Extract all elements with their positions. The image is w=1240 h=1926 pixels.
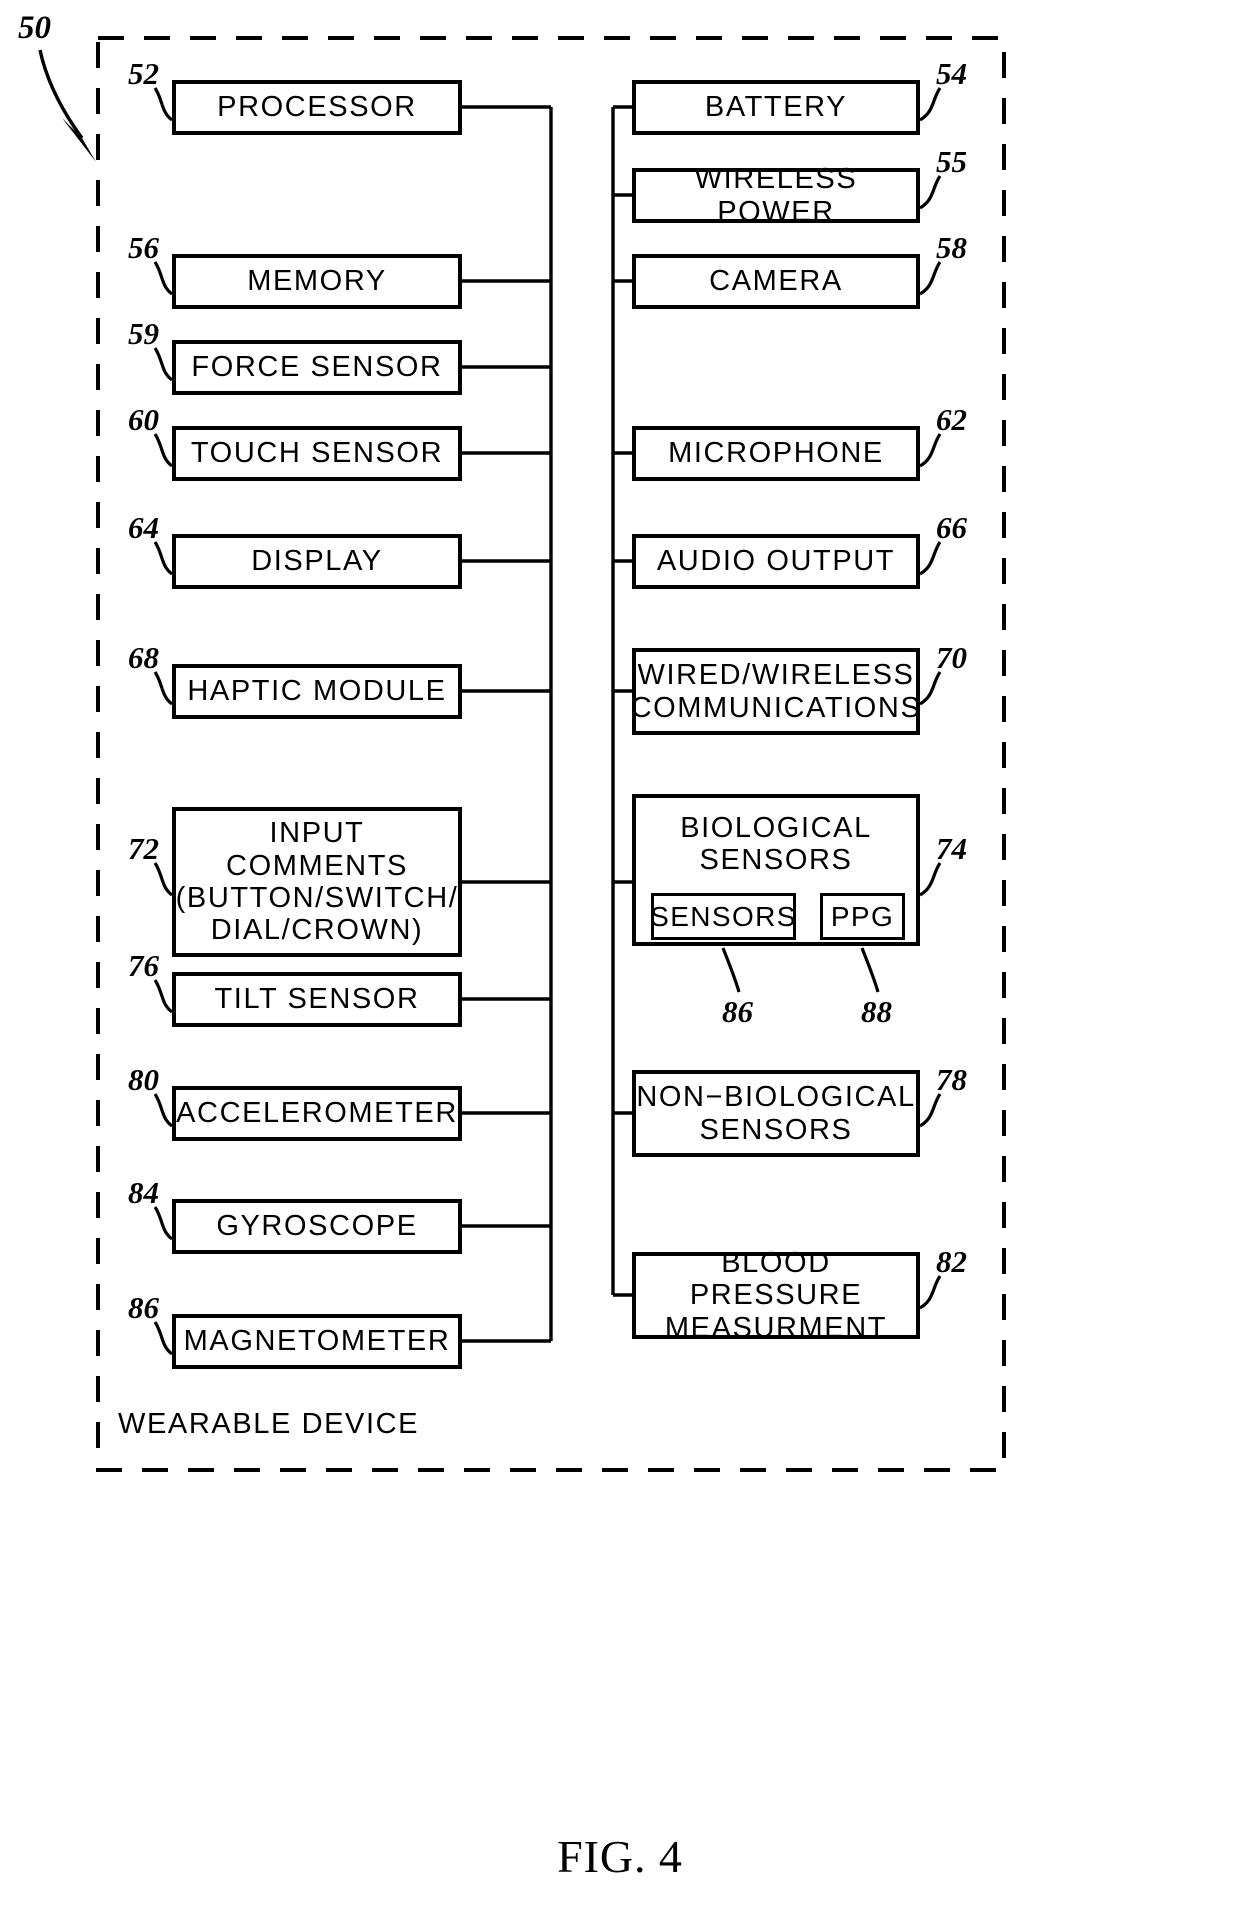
patent-figure: 50 52 56 59 60 64 68 72 76 80 84 86 54 5… [0,0,1240,1926]
ref-numeral-82: 82 [936,1244,967,1279]
ref-numeral-58: 58 [936,230,967,265]
figure-caption: FIG. 4 [557,1831,683,1882]
left-connectors [462,105,553,1343]
ref-numeral-88-ppg: 88 [861,994,892,1029]
ref-numeral-76: 76 [128,948,159,983]
ref-numeral-86-magnetometer: 86 [128,1290,159,1325]
node-battery[interactable]: BATTERY [632,80,920,135]
ref-numeral-72: 72 [128,831,159,866]
node-input-components[interactable]: INPUT COMMENTS (BUTTON/SWITCH/ DIAL/CROW… [172,807,462,957]
node-bio-ppg-sub-label: PPG [830,900,895,932]
node-audio-output[interactable]: AUDIO OUTPUT [632,534,920,589]
node-communications[interactable]: WIRED/WIRELESS COMMUNICATIONS [631,648,920,735]
ref-numeral-74: 74 [936,831,967,866]
node-memory[interactable]: MEMORY [172,254,462,309]
ref-numeral-80: 80 [128,1062,159,1097]
ref-numeral-66: 66 [936,510,967,545]
node-gyroscope-label: GYROSCOPE [216,1210,418,1243]
node-blood-pressure[interactable]: BLOOD PRESSURE MEASURMENT [632,1247,920,1344]
ref-numeral-68: 68 [128,640,159,675]
ref-numeral-62: 62 [936,402,967,437]
node-wireless-power[interactable]: WIRELESS POWER [632,163,920,228]
node-battery-label: BATTERY [704,91,848,124]
ref-numeral-70: 70 [936,640,967,675]
node-processor[interactable]: PROCESSOR [172,80,462,135]
node-bio-sensors-sub[interactable]: SENSORS [650,893,797,940]
node-magnetometer-label: MAGNETOMETER [183,1325,451,1358]
node-force-sensor[interactable]: FORCE SENSOR [172,340,462,395]
node-audio-output-label: AUDIO OUTPUT [656,545,896,578]
ref-50-leader [38,49,96,162]
node-communications-label: WIRED/WIRELESS COMMUNICATIONS [630,659,922,724]
node-processor-label: PROCESSOR [217,91,417,124]
node-wireless-power-label: WIRELESS POWER [694,163,858,228]
left-ref-leaders [153,87,174,1356]
node-camera[interactable]: CAMERA [632,254,920,309]
node-display[interactable]: DISPLAY [172,534,462,589]
node-bio-ppg-sub[interactable]: PPG [820,893,905,940]
ref-numeral-78: 78 [936,1062,967,1097]
ref-numeral-86-bio-sensors: 86 [722,994,753,1029]
node-touch-sensor-label: TOUCH SENSOR [190,437,444,470]
node-magnetometer[interactable]: MAGNETOMETER [172,1314,462,1369]
node-bio-sensors-sub-label: SENSORS [650,900,797,932]
ref-numeral-64: 64 [128,510,159,545]
node-biological-sensors-label: BIOLOGICAL SENSORS [680,812,872,877]
node-touch-sensor[interactable]: TOUCH SENSOR [172,426,462,481]
ref-numeral-60: 60 [128,402,159,437]
node-tilt-sensor[interactable]: TILT SENSOR [172,972,462,1027]
node-microphone-label: MICROPHONE [668,437,884,470]
node-display-label: DISPLAY [251,545,383,578]
ref-numeral-50: 50 [18,10,51,46]
node-gyroscope[interactable]: GYROSCOPE [172,1199,462,1254]
node-force-sensor-label: FORCE SENSOR [191,351,443,384]
node-tilt-sensor-label: TILT SENSOR [214,983,420,1016]
wearable-device-label: WEARABLE DEVICE [118,1408,420,1440]
node-haptic-module[interactable]: HAPTIC MODULE [172,664,462,719]
node-memory-label: MEMORY [247,265,387,298]
node-blood-pressure-label: BLOOD PRESSURE MEASURMENT [664,1246,888,1344]
node-microphone[interactable]: MICROPHONE [632,426,920,481]
node-non-biological-sensors-label: NON−BIOLOGICAL SENSORS [636,1081,916,1146]
node-haptic-module-label: HAPTIC MODULE [187,675,447,708]
bio-sub-leaders [721,947,880,993]
ref-numeral-56: 56 [128,230,159,265]
node-non-biological-sensors[interactable]: NON−BIOLOGICAL SENSORS [632,1070,920,1157]
node-accelerometer-label: ACCELEROMETER [176,1097,458,1130]
node-camera-label: CAMERA [709,265,843,298]
ref-numeral-59: 59 [128,316,159,351]
ref-numeral-55: 55 [936,144,967,179]
ref-numeral-54: 54 [936,56,967,91]
ref-numeral-52: 52 [128,56,159,91]
ref-numeral-84: 84 [128,1175,159,1210]
node-accelerometer[interactable]: ACCELEROMETER [172,1086,462,1141]
node-input-components-label: INPUT COMMENTS (BUTTON/SWITCH/ DIAL/CROW… [175,817,459,947]
